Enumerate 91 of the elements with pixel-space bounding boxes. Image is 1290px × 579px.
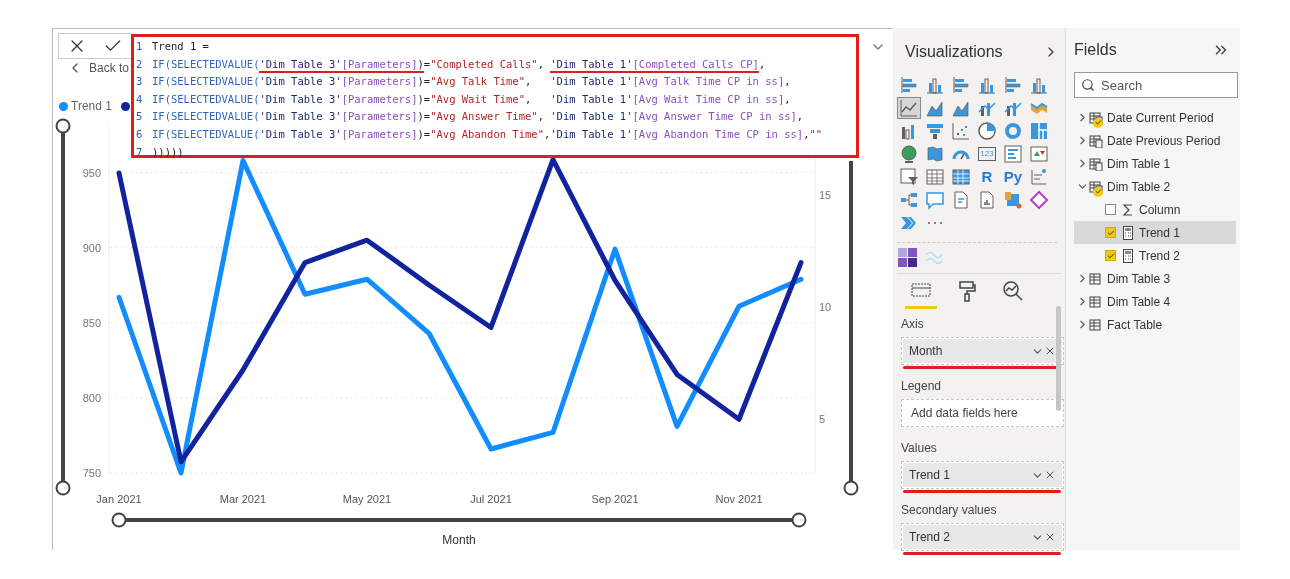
line-number: 5 [136,109,144,125]
well-label: Secondary values [901,502,998,519]
close-icon[interactable] [1044,469,1056,481]
code-line: IF(SELECTEDVALUE('Dim Table 3'[Parameters])="Avg Abandon Time",'Dim Table 1'[Avg Abandon Time CP in ss],"" [152,126,823,142]
magnifier-chart-icon [1002,280,1024,302]
tree-item[interactable]: Date Current Period [1074,106,1236,129]
tree-item[interactable]: Trend 2 [1074,244,1236,267]
field-well[interactable]: Trend 1 [901,461,1064,489]
matrix-icon[interactable] [949,166,973,188]
kpi-icon[interactable] [1027,143,1051,165]
range-slider[interactable] [55,118,71,496]
code-line: ))))) [152,144,184,160]
well-label: Axis [901,316,925,333]
script-visual-button[interactable]: Py [1001,166,1025,188]
axis-tick-label: 5 [819,413,826,426]
well-placeholder: Add data fields here [911,405,1018,422]
scrollbar[interactable] [1056,306,1061,411]
code-line: IF(SELECTEDVALUE('Dim Table 3'[Parameters])="Avg Answer Time", 'Dim Table 1'[Avg Answer Time CP in ss], [152,109,804,125]
line-chart-icon[interactable] [897,97,921,119]
code-line: IF(SELECTEDVALUE('Dim Table 3'[Parameters])="Completed Calls", 'Dim Table 1'[Completed Calls CP], [152,55,766,74]
checkbox[interactable] [1105,204,1116,215]
table-icon[interactable] [923,166,947,188]
axis-tick-label: May 2021 [342,493,392,505]
line-number: 2 [136,56,144,72]
paint-roller-icon [957,280,977,302]
field-well[interactable]: Trend 2 [901,523,1064,551]
fields-tab[interactable] [905,280,937,309]
axis-tick-label: 15 [819,189,832,202]
field-well[interactable]: Month [901,337,1064,365]
axis-tick-label: Nov 2021 [715,493,763,505]
tiles-icon[interactable] [897,247,919,269]
diamond-icon[interactable] [1027,189,1051,211]
table-icon [1089,317,1103,332]
axis-tick-label: Sep 2021 [591,493,639,505]
close-icon[interactable] [1044,531,1056,543]
legend-label: Trend 1 [71,98,112,115]
axis-tick-label: Jul 2021 [470,493,512,505]
multi-row-card-icon[interactable] [1001,143,1025,165]
line-number: 6 [136,126,144,142]
fields-list-icon [911,280,931,298]
range-slider[interactable] [843,161,859,496]
formula-editor[interactable] [131,34,859,158]
range-slider[interactable] [111,512,807,528]
checkbox[interactable] [1105,250,1116,261]
code-line: IF(SELECTEDVALUE('Dim Table 3'[Parameters])="Avg Wait Time", 'Dim Table 1'[Avg Wait Time CP in ss], [152,91,791,107]
well-label: Legend [901,378,943,395]
line-number: 7 [136,144,144,160]
axis-tick-label: Jan 2021 [96,493,142,505]
table-icon [1089,294,1103,309]
search-field[interactable]: Search [1074,72,1238,98]
script-visual-button[interactable]: R [975,166,999,188]
back-link[interactable]: Back to [89,59,130,77]
axis-title: Month [442,533,476,547]
axis-tick-label: 800 [82,391,101,404]
calculator-table-icon [1089,133,1103,148]
calculator-table-icon [1089,156,1103,171]
axis-tick-label: 10 [819,301,832,314]
tree-item[interactable]: Dim Table 4 [1074,290,1236,313]
tree-item[interactable]: Date Previous Period [1074,129,1236,152]
table-icon [1089,271,1103,286]
well-field-value: Trend 2 [909,529,951,546]
axis-tick-label: 850 [82,316,101,329]
code-line: IF(SELECTEDVALUE('Dim Table 3'[Parameters])="Avg Talk Time", 'Dim Table 1'[Avg Talk Time CP in ss], [152,74,791,90]
tree-item[interactable]: Trend 1 [1074,221,1236,244]
tree-item[interactable]: Dim Table 1 [1074,152,1236,175]
axis-tick-label: 950 [82,166,101,179]
tree-item[interactable]: Dim Table 3 [1074,267,1236,290]
tree-item[interactable]: Dim Table 2 [1074,175,1236,198]
line-number: 3 [136,74,144,90]
calculator-icon [1122,248,1134,263]
well-label: Values [901,440,938,457]
slicer-icon[interactable] [897,166,921,188]
tree-item[interactable]: Column [1074,198,1236,221]
calculator-icon [1122,225,1134,240]
close-icon[interactable] [1044,345,1056,357]
sigma-icon [1122,202,1134,217]
axis-tick-label: 900 [82,241,101,254]
pane-title: Fields [1074,40,1117,60]
pie-chart-icon[interactable] [975,120,999,142]
line-number: 1 [136,39,144,54]
axis-tick-label: Mar 2021 [219,493,267,505]
line-number: 4 [136,91,144,107]
axis-tick-label: 750 [82,467,101,479]
code-line: Trend 1 = [152,39,209,54]
well-field-value: Month [909,343,944,360]
checkbox[interactable] [1105,227,1116,238]
pane-title: Visualizations [905,42,1003,62]
well-field-value: Trend 1 [909,467,951,484]
field-well[interactable]: Add data fields here [901,399,1064,427]
search-icon [1081,78,1095,92]
tree-item[interactable]: Fact Table [1074,313,1236,336]
